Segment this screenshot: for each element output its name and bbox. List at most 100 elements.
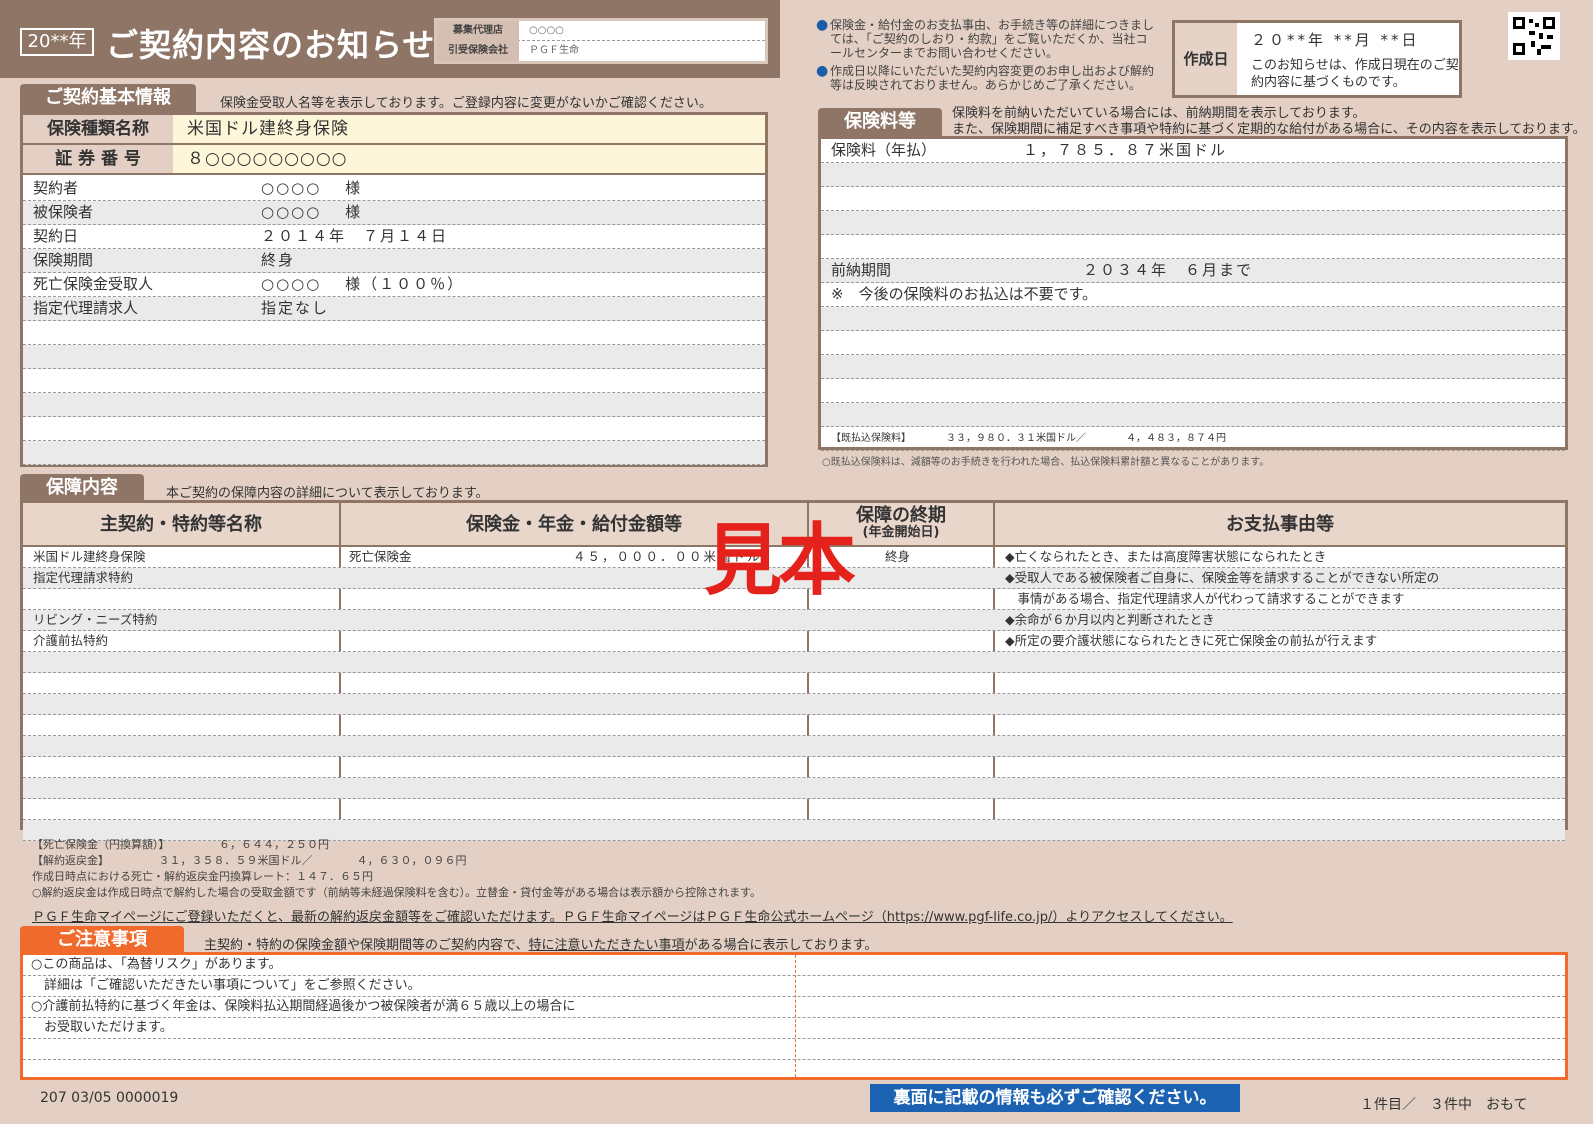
- coverage-reason: ◆受取人である被保険者ご自身に、保険金等を請求することができない所定の: [1005, 570, 1440, 585]
- agent-label: 募集代理店: [437, 21, 519, 41]
- coverage-name: リビング・ニーズ特約: [33, 612, 158, 627]
- basic-row-value: ○○○○ 様（１００％）: [261, 275, 465, 293]
- caution-desc: 主契約・特約の保険金額や保険期間等のご契約内容で、特に注意いただきたい事項がある…: [204, 934, 877, 953]
- basic-row-value: ○○○○ 様: [261, 179, 363, 197]
- empty-row: [23, 673, 1565, 694]
- caution-line: お受取いただけます。: [23, 1018, 1565, 1039]
- basic-row-label: 契約者: [33, 179, 79, 197]
- coverage-amount-label: 死亡保険金: [349, 549, 412, 564]
- basic-row-value: ○○○○ 様: [261, 203, 363, 221]
- empty-row: [23, 757, 1565, 778]
- insurer-label: 引受保険会社: [437, 41, 519, 61]
- empty-row: [821, 355, 1565, 379]
- basic-row: 契約者 ○○○○ 様: [23, 177, 765, 201]
- premium-box: 保険料（年払） １，７８５．８７米国ドル 前納期間 ２０３４年 ６月まで ※ 今後の…: [818, 136, 1568, 451]
- coverage-note-4: ○解約返戻金は作成日時点で解約した場合の受取金額です（前納等未経過保険料を含む）…: [32, 886, 761, 899]
- empty-row: [821, 307, 1565, 331]
- empty-row: [23, 652, 1565, 673]
- coverage-reason: ◆余命が６か月以内と判断されたとき: [1005, 612, 1215, 627]
- premium-label: 保険料（年払）: [831, 141, 937, 159]
- agent-box: 募集代理店 ○○○○ 引受保険会社 ＰＧＦ生命: [434, 18, 768, 64]
- tab-premium: 保険料等: [818, 108, 942, 136]
- basic-row-value: 指定なし: [261, 299, 330, 317]
- caution-line: 詳細は「ご確認いただきたい事項について」をご参照ください。: [23, 976, 1565, 997]
- empty-row: [23, 417, 765, 441]
- empty-row: [23, 1039, 1565, 1060]
- premium-desc-2: また、保険期間に補足すべき事項や特約に基づく定期的な給付がある場合に、その内容を…: [952, 122, 1586, 137]
- qr-code-icon: [1508, 12, 1560, 60]
- empty-row: [23, 441, 765, 465]
- policy-number-label: 証 券 番 号: [23, 145, 173, 173]
- coverage-name: 米国ドル建終身保険: [33, 549, 146, 564]
- empty-row: [821, 163, 1565, 187]
- basic-row: 死亡保険金受取人 ○○○○ 様（１００％）: [23, 273, 765, 297]
- coverage-note-2: 【解約返戻金】 ３１，３５８．５９米国ドル／ ４，６３０，０９６円: [32, 854, 467, 867]
- paid-premium-row: 【既払込保険料】 ３３，９８０．３１米国ドル／ ４，４８３，８７４円: [821, 427, 1565, 451]
- empty-row: [821, 379, 1565, 403]
- tab-basic-info: ご契約基本情報: [20, 84, 196, 112]
- basic-row-label: 保険期間: [33, 251, 94, 269]
- mypage-link[interactable]: ＰＧＦ生命マイページにご登録いただくと、最新の解約返戻金額等をご確認いただけます…: [32, 906, 1233, 925]
- premium-footnote: ○既払込保険料は、減額等のお手続きを行われた場合、払込保険料累計額と異なることが…: [822, 457, 1270, 468]
- sample-stamp: 見本: [704, 516, 856, 606]
- caution-line: ○介護前払特約に基づく年金は、保険料払込期間経過後かつ被保険者が満６５歳以上の場…: [23, 997, 1565, 1018]
- policy-number-value: ８○○○○○○○○○: [187, 149, 348, 169]
- caution-lines: ○この商品は、「為替リスク」があります。 詳細は「ご確認いただきたい事項について…: [23, 955, 1565, 1060]
- empty-row: [23, 393, 765, 417]
- paid-premium: 【既払込保険料】 ３３，９８０．３１米国ドル／ ４，４８３，８７４円: [831, 433, 1226, 444]
- empty-row: [23, 694, 1565, 715]
- basic-info-box: 保険種類名称 米国ドル建終身保険 証 券 番 号 ８○○○○○○○○○ 契約者 ○…: [20, 112, 768, 467]
- created-date-box: 作成日 ２０**年 **月 **日 このお知らせは、作成日現在のご契約内容に基づ…: [1172, 20, 1462, 98]
- caution-text: ○介護前払特約に基づく年金は、保険料払込期間経過後かつ被保険者が満６５歳以上の場…: [31, 999, 576, 1014]
- year-badge: 20**年: [20, 28, 94, 56]
- col-header-name: 主契約・特約等名称: [23, 503, 341, 547]
- agent-value: ○○○○: [529, 25, 564, 36]
- empty-row: [821, 235, 1565, 259]
- basic-row: 保険期間 終身: [23, 249, 765, 273]
- coverage-note-1: 【死亡保険金（円換算額）】 ６，６４４，２５０円: [32, 838, 329, 851]
- empty-row: [821, 211, 1565, 235]
- col-header-reason: お支払事由等: [1226, 514, 1334, 535]
- notice-1: 保険金・給付金のお支払事由、お手続き等の詳細につきましては、「ご契約のしおり・約…: [830, 18, 1155, 60]
- created-note: このお知らせは、作成日現在のご契約内容に基づくものです。: [1251, 58, 1459, 90]
- notice-2: 作成日以降にいただいた契約内容変更のお申し出および解約等は反映されておりません。…: [830, 64, 1155, 92]
- page-counter: １件目／ ３件中 おもて: [1360, 1097, 1528, 1113]
- coverage-name: 介護前払特約: [33, 633, 109, 648]
- prepay-label: 前納期間: [831, 261, 892, 279]
- document-code: 207 03/05 0000019: [40, 1090, 179, 1106]
- empty-row: [23, 321, 765, 345]
- caution-text: 詳細は「ご確認いただきたい事項について」をご参照ください。: [31, 978, 421, 993]
- coverage-reason: ◆所定の要介護状態になられたときに死亡保険金の前払が行えます: [1005, 633, 1378, 648]
- prepay-note-row: ※ 今後の保険料のお払込は不要です。: [821, 283, 1565, 307]
- empty-row: [821, 403, 1565, 427]
- empty-row: [23, 715, 1565, 736]
- premium-row: 保険料（年払） １，７８５．８７米国ドル: [821, 139, 1565, 163]
- coverage-row: リビング・ニーズ特約 ◆余命が６か月以内と判断されたとき: [23, 610, 1565, 631]
- empty-row: [23, 799, 1565, 820]
- prepay-row: 前納期間 ２０３４年 ６月まで: [821, 259, 1565, 283]
- empty-row: [23, 369, 765, 393]
- coverage-reason: 事情がある場合、指定代理請求人が代わって請求することができます: [1005, 591, 1405, 606]
- basic-row-value: 終身: [261, 251, 296, 269]
- basic-desc: 保険金受取人名等を表示しております。ご登録内容に変更がないかご確認ください。: [220, 96, 712, 111]
- coverage-row: 介護前払特約 ◆所定の要介護状態になられたときに死亡保険金の前払が行えます: [23, 631, 1565, 652]
- created-date: ２０**年 **月 **日: [1251, 31, 1420, 49]
- basic-row: 契約日 ２０１４年 ７月１４日: [23, 225, 765, 249]
- caution-text: ○この商品は、「為替リスク」があります。: [31, 957, 282, 972]
- basic-row-label: 死亡保険金受取人: [33, 275, 154, 293]
- basic-row-label: 指定代理請求人: [33, 299, 139, 317]
- caution-box: ○この商品は、「為替リスク」があります。 詳細は「ご確認いただきたい事項について…: [20, 952, 1568, 1080]
- caution-line: ○この商品は、「為替リスク」があります。: [23, 955, 1565, 976]
- empty-row: [23, 778, 1565, 799]
- basic-row-label: 被保険者: [33, 203, 94, 221]
- created-label: 作成日: [1175, 23, 1237, 95]
- caution-text: お受取いただけます。: [31, 1020, 173, 1035]
- basic-row: 指定代理請求人 指定なし: [23, 297, 765, 321]
- empty-row: [821, 187, 1565, 211]
- basic-rows: 契約者 ○○○○ 様 被保険者 ○○○○ 様 契約日 ２０１４年 ７月１４日 保険期間…: [23, 177, 765, 465]
- empty-row: [23, 345, 765, 369]
- bullet-icon: ●: [816, 63, 829, 79]
- empty-row: [23, 736, 1565, 757]
- basic-row-label: 契約日: [33, 227, 79, 245]
- product-value: 米国ドル建終身保険: [187, 119, 349, 139]
